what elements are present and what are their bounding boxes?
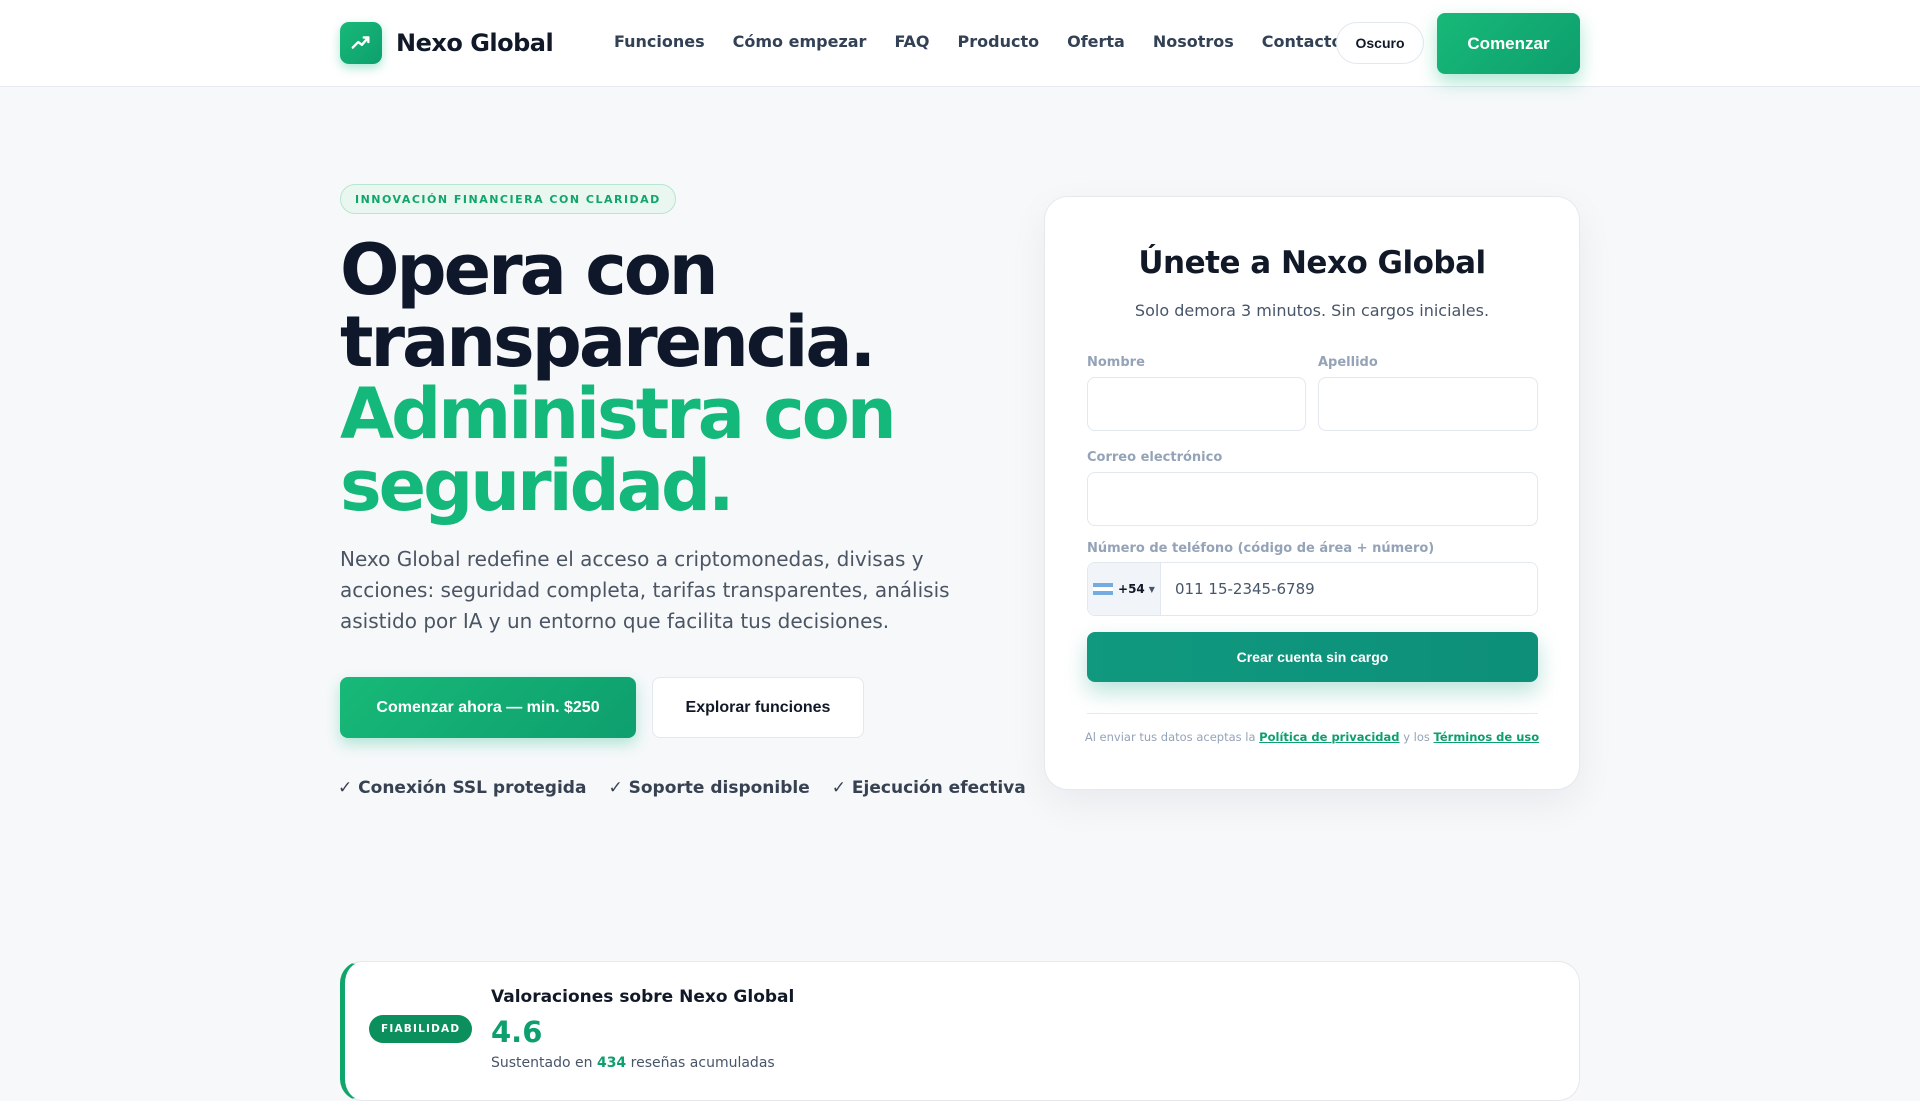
argentina-flag-icon bbox=[1093, 582, 1114, 596]
rating-score: 4.6 bbox=[491, 1015, 543, 1049]
main-nav: Funciones Cómo empezar FAQ Producto Ofer… bbox=[614, 32, 1371, 51]
brand-name: Nexo Global bbox=[396, 29, 554, 57]
nav-funciones[interactable]: Funciones bbox=[614, 32, 705, 51]
reviews-note-prefix: Sustentado en bbox=[491, 1055, 593, 1071]
trust-ssl: ✓ Conexión SSL protegida bbox=[338, 778, 587, 798]
form-subtitle: Solo demora 3 minutos. Sin cargos inicia… bbox=[1134, 301, 1490, 320]
trust-indicators: ✓ Conexión SSL protegida ✓ Soporte dispo… bbox=[338, 778, 1048, 798]
signup-form-card: Únete a Nexo Global Solo demora 3 minuto… bbox=[1044, 196, 1580, 790]
email-label: Correo electrónico bbox=[1087, 450, 1223, 465]
country-code-select[interactable]: +54 ▼ bbox=[1088, 563, 1161, 615]
start-now-button[interactable]: Comenzar ahora — min. $250 bbox=[340, 677, 636, 738]
create-account-button[interactable]: Crear cuenta sin cargo bbox=[1087, 632, 1538, 682]
form-title: Únete a Nexo Global bbox=[1138, 245, 1486, 281]
hero-eyebrow-badge: INNOVACIÓN FINANCIERA CON CLARIDAD bbox=[340, 184, 676, 214]
privacy-policy-link[interactable]: Política de privacidad bbox=[1259, 730, 1399, 744]
trust-execution: ✓ Ejecución efectiva bbox=[831, 778, 1026, 798]
terms-link[interactable]: Términos de uso bbox=[1434, 730, 1540, 744]
country-code-value: +54 bbox=[1118, 582, 1145, 596]
email-input[interactable] bbox=[1087, 472, 1538, 526]
explore-features-button[interactable]: Explorar funciones bbox=[652, 677, 864, 738]
first-name-label: Nombre bbox=[1087, 355, 1145, 370]
headline-line-1: Opera con bbox=[340, 229, 719, 311]
hero-headline: Opera con transparencia. Administra con … bbox=[340, 234, 980, 522]
nav-nosotros[interactable]: Nosotros bbox=[1153, 32, 1234, 51]
nav-como-empezar[interactable]: Cómo empezar bbox=[733, 32, 867, 51]
nav-producto[interactable]: Producto bbox=[958, 32, 1040, 51]
reviews-note: Sustentado en 434 reseñas acumuladas bbox=[491, 1055, 775, 1071]
headline-line-4: seguridad. bbox=[340, 445, 735, 527]
brand-logo[interactable]: Nexo Global bbox=[340, 22, 554, 64]
phone-label: Número de teléfono (código de área + núm… bbox=[1087, 541, 1435, 556]
form-divider bbox=[1087, 713, 1538, 714]
trust-support: ✓ Soporte disponible bbox=[608, 778, 810, 798]
reviews-card: FIABILIDAD Valoraciones sobre Nexo Globa… bbox=[340, 961, 1580, 1101]
headline-line-3: Administra con bbox=[340, 373, 897, 455]
reviews-count: 434 bbox=[596, 1055, 627, 1071]
last-name-input[interactable] bbox=[1318, 377, 1538, 431]
nav-faq[interactable]: FAQ bbox=[894, 32, 929, 51]
reviews-note-suffix: reseñas acumuladas bbox=[630, 1055, 775, 1071]
first-name-input[interactable] bbox=[1087, 377, 1306, 431]
phone-field: +54 ▼ bbox=[1087, 562, 1538, 616]
headline-line-2: transparencia. bbox=[340, 301, 876, 383]
trend-up-icon bbox=[340, 22, 382, 64]
legal-prefix: Al enviar tus datos aceptas la bbox=[1084, 730, 1256, 744]
phone-input[interactable] bbox=[1161, 563, 1537, 615]
legal-mid: y los bbox=[1403, 730, 1430, 744]
hero-description: Nexo Global redefine el acceso a criptom… bbox=[340, 547, 950, 633]
nav-oferta[interactable]: Oferta bbox=[1067, 32, 1125, 51]
legal-notice: Al enviar tus datos aceptas la Política … bbox=[1045, 730, 1579, 744]
site-header: Nexo Global Funciones Cómo empezar FAQ P… bbox=[0, 0, 1920, 87]
last-name-label: Apellido bbox=[1318, 355, 1378, 370]
reliability-badge: FIABILIDAD bbox=[369, 1015, 473, 1043]
chevron-down-icon: ▼ bbox=[1148, 584, 1155, 594]
header-start-button[interactable]: Comenzar bbox=[1437, 13, 1580, 74]
theme-toggle-button[interactable]: Oscuro bbox=[1336, 22, 1424, 64]
reviews-title: Valoraciones sobre Nexo Global bbox=[491, 987, 795, 1007]
nav-contacto[interactable]: Contacto bbox=[1262, 32, 1343, 51]
